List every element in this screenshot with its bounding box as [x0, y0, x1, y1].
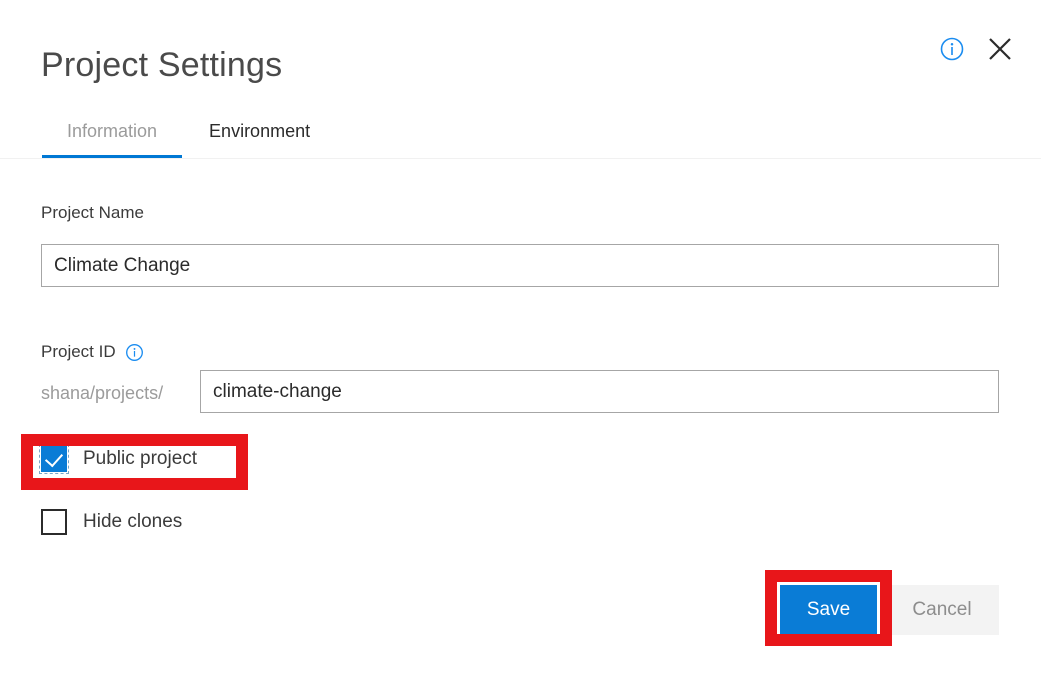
project-id-prefix: shana/projects/	[41, 383, 164, 403]
tab-environment-label: Environment	[209, 121, 311, 141]
project-name-label: Project Name	[41, 203, 144, 222]
project-name-input[interactable]	[41, 244, 999, 287]
public-project-checkbox-row[interactable]: Public project	[39, 444, 198, 474]
public-project-checkbox[interactable]	[39, 444, 69, 474]
header-actions	[939, 34, 1015, 64]
project-id-label: Project ID	[41, 342, 116, 361]
project-id-input[interactable]	[200, 370, 999, 413]
public-project-label: Public project	[83, 448, 198, 469]
tab-information[interactable]: Information	[41, 118, 183, 158]
hide-clones-label: Hide clones	[83, 511, 183, 532]
hide-clones-checkbox-row[interactable]: Hide clones	[41, 509, 182, 535]
hide-clones-checkbox[interactable]	[41, 509, 67, 535]
page-title: Project Settings	[41, 46, 283, 84]
close-x-icon[interactable]	[985, 34, 1015, 64]
dialog-header: Project Settings Information Environment	[0, 0, 1041, 159]
project-id-label-row: Project ID	[41, 341, 144, 363]
tab-bar: Information Environment	[41, 118, 336, 158]
tab-environment[interactable]: Environment	[183, 118, 336, 158]
info-circle-icon[interactable]	[939, 36, 965, 62]
cancel-button[interactable]: Cancel	[885, 585, 999, 635]
info-circle-icon[interactable]	[125, 343, 144, 362]
tab-information-label: Information	[67, 121, 158, 141]
save-button[interactable]: Save	[780, 585, 877, 635]
